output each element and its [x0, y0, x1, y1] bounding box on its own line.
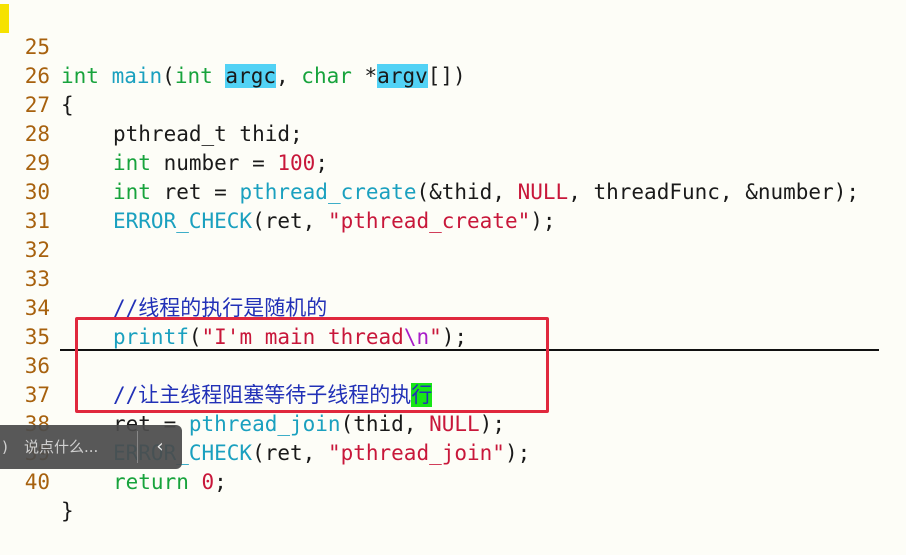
- code-line: 27 pthread_t thid;: [0, 62, 303, 146]
- code-line: 25 int main(int argc, char *argv[]): [0, 4, 466, 88]
- code-token: ret =: [150, 180, 240, 204]
- code-text: pthread_t thid;: [61, 120, 303, 149]
- code-text: int main(int argc, char *argv[]): [61, 62, 466, 91]
- function-token: main: [111, 64, 163, 88]
- function-token: pthread_join: [188, 412, 341, 436]
- keyword-token: int: [174, 64, 213, 88]
- annotation-highlight-box: [75, 317, 549, 413]
- code-token: (thid,: [340, 412, 430, 436]
- comment-bar: ) 说点什么... ‹: [0, 425, 182, 469]
- code-text: return 0;: [61, 468, 227, 497]
- code-line: 32: [0, 207, 51, 262]
- code-token: []): [427, 64, 466, 88]
- search-highlight: argv: [377, 64, 428, 88]
- code-token: );: [504, 441, 531, 465]
- code-line: 36 //让主线程阻塞等待子线程的执行: [0, 323, 433, 407]
- constant-token: NULL: [517, 180, 569, 204]
- code-line: 31: [0, 178, 51, 233]
- code-text: int number = 100;: [61, 149, 328, 178]
- keyword-token: return: [113, 470, 189, 494]
- code-line: 33 //线程的执行是随机的: [0, 236, 328, 320]
- string-token: "pthread_join": [327, 441, 505, 465]
- code-text: }: [61, 499, 74, 523]
- code-token: (ret,: [252, 441, 328, 465]
- code-token: , threadFunc, &number);: [568, 180, 859, 204]
- search-highlight: argc: [225, 64, 276, 88]
- code-token: *: [351, 64, 378, 88]
- code-editor[interactable]: 25 int main(int argc, char *argv[]) 26 {…: [0, 0, 906, 523]
- code-text: ERROR_CHECK(ret, "pthread_create");: [61, 207, 556, 236]
- chevron-left-icon[interactable]: ‹: [145, 433, 175, 461]
- line-number: 40: [24, 470, 50, 494]
- comment-input[interactable]: 说点什么...: [24, 436, 98, 458]
- code-token: ;: [315, 151, 328, 175]
- code-line: 30 ERROR_CHECK(ret, "pthread_create");: [0, 149, 556, 233]
- chat-bubble-icon[interactable]: ): [2, 437, 16, 457]
- code-line: 37 ret = pthread_join(thid, NULL);: [0, 352, 505, 436]
- code-line: 28 int number = 100;: [0, 91, 328, 175]
- code-line: 26 {: [0, 33, 74, 117]
- code-token: );: [530, 209, 556, 233]
- code-line: 38 ERROR_CHECK(ret, "pthread_join");: [0, 381, 531, 465]
- keyword-token: int: [61, 64, 99, 88]
- divider: [137, 431, 138, 463]
- function-token: ERROR_CHECK: [113, 209, 253, 233]
- code-text: {: [61, 93, 74, 117]
- code-token: (: [162, 64, 175, 88]
- constant-token: NULL: [429, 412, 480, 436]
- code-line: 29 int ret = pthread_create(&thid, NULL,…: [0, 120, 859, 204]
- keyword-token: char: [301, 64, 352, 88]
- code-token: ,: [276, 64, 302, 88]
- keyword-token: int: [113, 180, 151, 204]
- code-token: number =: [150, 151, 278, 175]
- code-token: ;: [214, 470, 227, 494]
- keyword-token: int: [113, 151, 151, 175]
- code-text: int ret = pthread_create(&thid, NULL, th…: [61, 178, 859, 207]
- code-token: pthread_t thid;: [113, 122, 303, 146]
- code-token: );: [479, 412, 505, 436]
- number-token: 100: [277, 151, 316, 175]
- code-line: 34 printf("I'm main thread\n");: [0, 265, 467, 349]
- code-token: (&thid,: [416, 180, 518, 204]
- function-token: pthread_create: [239, 180, 417, 204]
- code-token: (ret,: [252, 209, 328, 233]
- code-line: 35: [0, 294, 51, 349]
- string-token: "pthread_create": [327, 209, 531, 233]
- number-token: 0: [201, 470, 215, 494]
